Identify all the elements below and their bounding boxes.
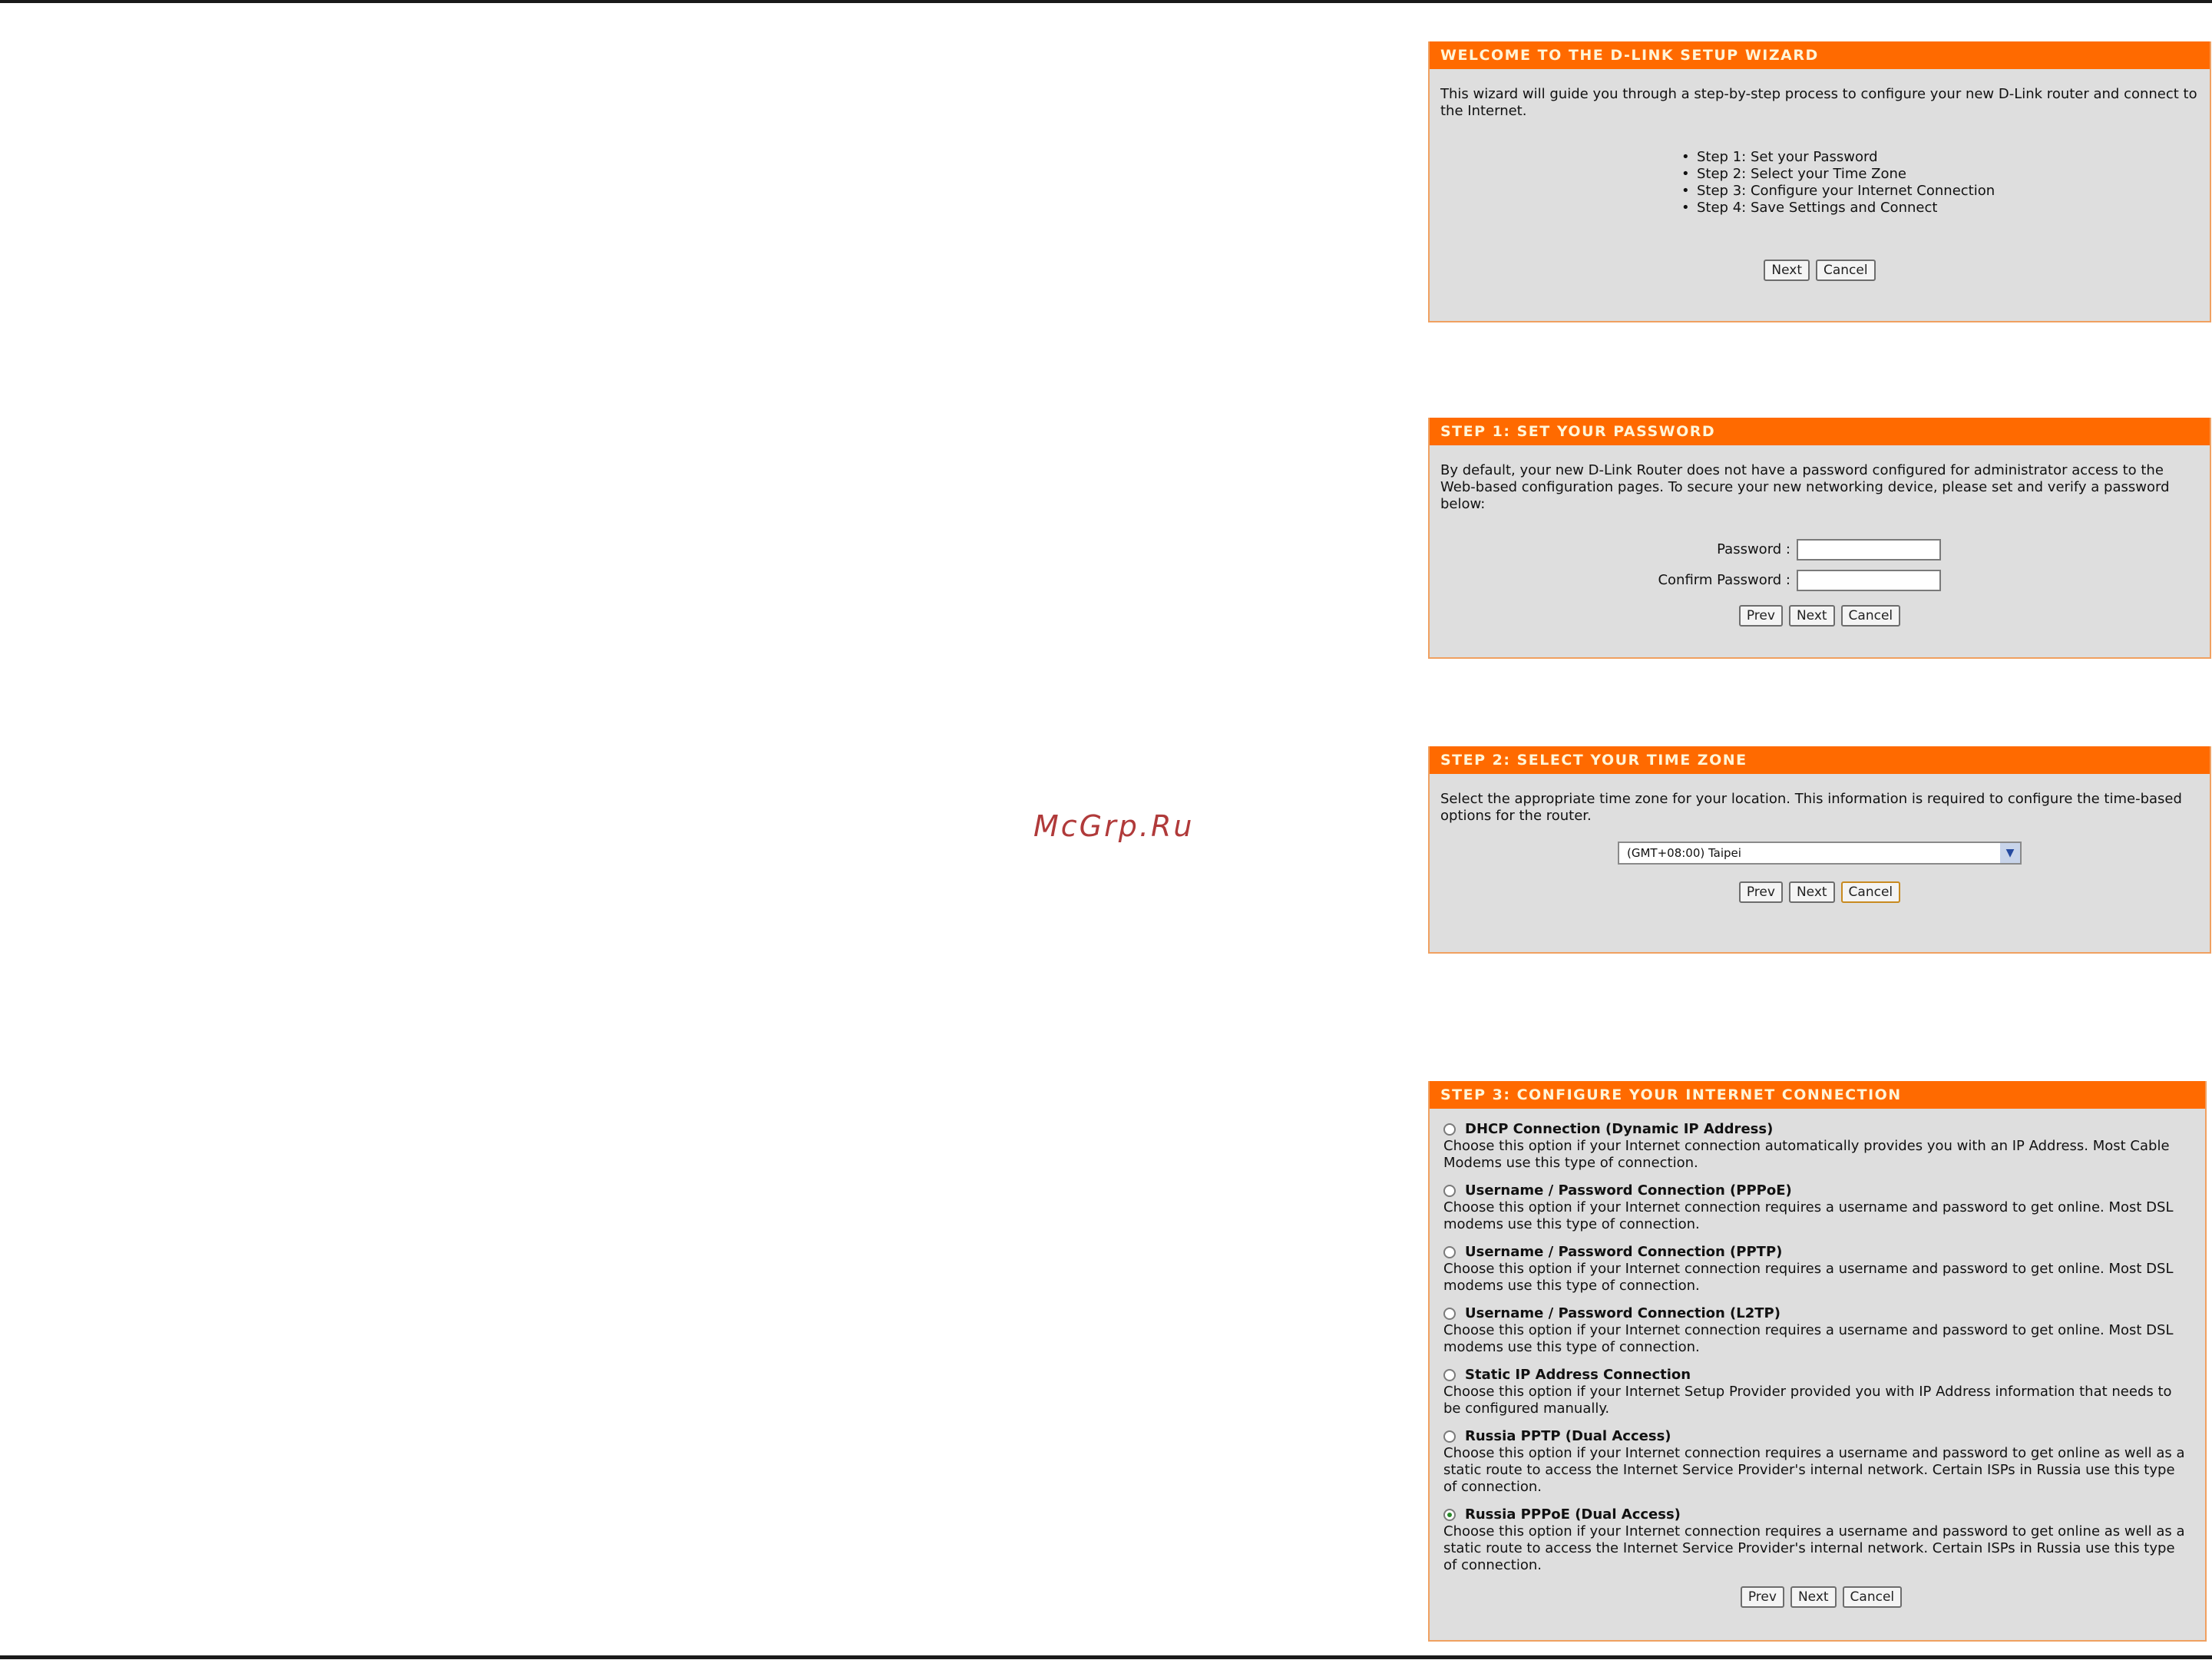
option-pptp: Username / Password Connection (PPTP) Ch…	[1443, 1244, 2199, 1295]
radio-pptp[interactable]	[1443, 1246, 1456, 1258]
step3-panel: STEP 3: CONFIGURE YOUR INTERNET CONNECTI…	[1428, 1081, 2207, 1642]
step2-prev-button[interactable]: Prev	[1738, 881, 1783, 903]
option-label: Username / Password Connection (L2TP)	[1465, 1305, 1781, 1321]
bottom-rule	[0, 1655, 2212, 1659]
option-static-ip: Static IP Address Connection Choose this…	[1443, 1367, 2199, 1417]
option-description: Choose this option if your Internet Setu…	[1443, 1384, 2172, 1417]
radio-static-ip[interactable]	[1443, 1369, 1456, 1381]
wizard-step-4: Step 4: Save Settings and Connect	[1678, 200, 2199, 217]
step1-title: STEP 1: SET YOUR PASSWORD	[1430, 418, 2210, 445]
password-form: Password : Confirm Password :	[1440, 534, 1941, 596]
wizard-step-1: Step 1: Set your Password	[1678, 149, 2199, 166]
step1-next-button[interactable]: Next	[1788, 605, 1835, 627]
wizard-step-2: Step 2: Select your Time Zone	[1678, 166, 2199, 183]
welcome-buttons: Next Cancel	[1440, 260, 2199, 281]
option-label: Username / Password Connection (PPTP)	[1465, 1244, 1783, 1260]
step1-prev-button[interactable]: Prev	[1738, 605, 1783, 627]
option-russia-pptp: Russia PPTP (Dual Access) Choose this op…	[1443, 1428, 2199, 1496]
chevron-down-icon[interactable]: ▼	[2000, 843, 2020, 863]
welcome-description: This wizard will guide you through a ste…	[1440, 86, 2197, 119]
option-label: DHCP Connection (Dynamic IP Address)	[1465, 1121, 1774, 1137]
radio-dhcp[interactable]	[1443, 1123, 1456, 1136]
welcome-panel: WELCOME TO THE D-LINK SETUP WIZARD This …	[1428, 41, 2211, 322]
radio-l2tp[interactable]	[1443, 1308, 1456, 1320]
step2-description: Select the appropriate time zone for you…	[1440, 791, 2182, 824]
password-input[interactable]	[1797, 539, 1941, 560]
option-label: Russia PPTP (Dual Access)	[1465, 1428, 1671, 1444]
option-label: Static IP Address Connection	[1465, 1367, 1691, 1383]
timezone-selected-value: (GMT+08:00) Taipei	[1627, 846, 1741, 860]
step1-panel: STEP 1: SET YOUR PASSWORD By default, yo…	[1428, 418, 2211, 659]
step1-buttons: Prev Next Cancel	[1440, 605, 2199, 627]
welcome-title: WELCOME TO THE D-LINK SETUP WIZARD	[1430, 41, 2210, 69]
option-description: Choose this option if your Internet conn…	[1443, 1322, 2174, 1355]
wizard-step-3: Step 3: Configure your Internet Connecti…	[1678, 183, 2199, 200]
welcome-next-button[interactable]: Next	[1764, 260, 1810, 281]
radio-pppoe[interactable]	[1443, 1185, 1456, 1197]
confirm-password-label: Confirm Password :	[1658, 572, 1790, 588]
step3-title: STEP 3: CONFIGURE YOUR INTERNET CONNECTI…	[1430, 1081, 2205, 1109]
wizard-steps-list: Step 1: Set your Password Step 2: Select…	[1678, 149, 2199, 217]
option-description: Choose this option if your Internet conn…	[1443, 1261, 2174, 1294]
confirm-password-input[interactable]	[1797, 570, 1941, 591]
radio-russia-pptp[interactable]	[1443, 1430, 1456, 1443]
timezone-select[interactable]: (GMT+08:00) Taipei ▼	[1618, 842, 2022, 865]
option-description: Choose this option if your Internet conn…	[1443, 1138, 2170, 1171]
step3-next-button[interactable]: Next	[1790, 1586, 1837, 1608]
step2-buttons: Prev Next Cancel	[1440, 881, 2199, 903]
option-l2tp: Username / Password Connection (L2TP) Ch…	[1443, 1305, 2199, 1356]
radio-russia-pppoe[interactable]	[1443, 1509, 1456, 1521]
password-label: Password :	[1717, 541, 1790, 557]
option-description: Choose this option if your Internet conn…	[1443, 1199, 2174, 1232]
option-russia-pppoe: Russia PPPoE (Dual Access) Choose this o…	[1443, 1506, 2199, 1574]
step3-prev-button[interactable]: Prev	[1740, 1586, 1784, 1608]
top-rule	[0, 0, 2212, 3]
step1-cancel-button[interactable]: Cancel	[1840, 605, 1901, 627]
connection-options: DHCP Connection (Dynamic IP Address) Cho…	[1430, 1109, 2205, 1608]
option-dhcp: DHCP Connection (Dynamic IP Address) Cho…	[1443, 1121, 2199, 1172]
watermark-text: McGrp.Ru	[1033, 809, 1195, 843]
step2-panel: STEP 2: SELECT YOUR TIME ZONE Select the…	[1428, 746, 2211, 954]
option-label: Username / Password Connection (PPPoE)	[1465, 1182, 1792, 1199]
step2-next-button[interactable]: Next	[1788, 881, 1835, 903]
option-description: Choose this option if your Internet conn…	[1443, 1523, 2185, 1573]
option-label: Russia PPPoE (Dual Access)	[1465, 1506, 1681, 1523]
step1-description: By default, your new D-Link Router does …	[1440, 462, 2170, 512]
step3-cancel-button[interactable]: Cancel	[1842, 1586, 1903, 1608]
step3-buttons: Prev Next Cancel	[1443, 1586, 2199, 1608]
option-description: Choose this option if your Internet conn…	[1443, 1445, 2185, 1495]
option-pppoe: Username / Password Connection (PPPoE) C…	[1443, 1182, 2199, 1233]
step2-cancel-button[interactable]: Cancel	[1840, 881, 1901, 903]
welcome-cancel-button[interactable]: Cancel	[1816, 260, 1876, 281]
step2-title: STEP 2: SELECT YOUR TIME ZONE	[1430, 746, 2210, 774]
